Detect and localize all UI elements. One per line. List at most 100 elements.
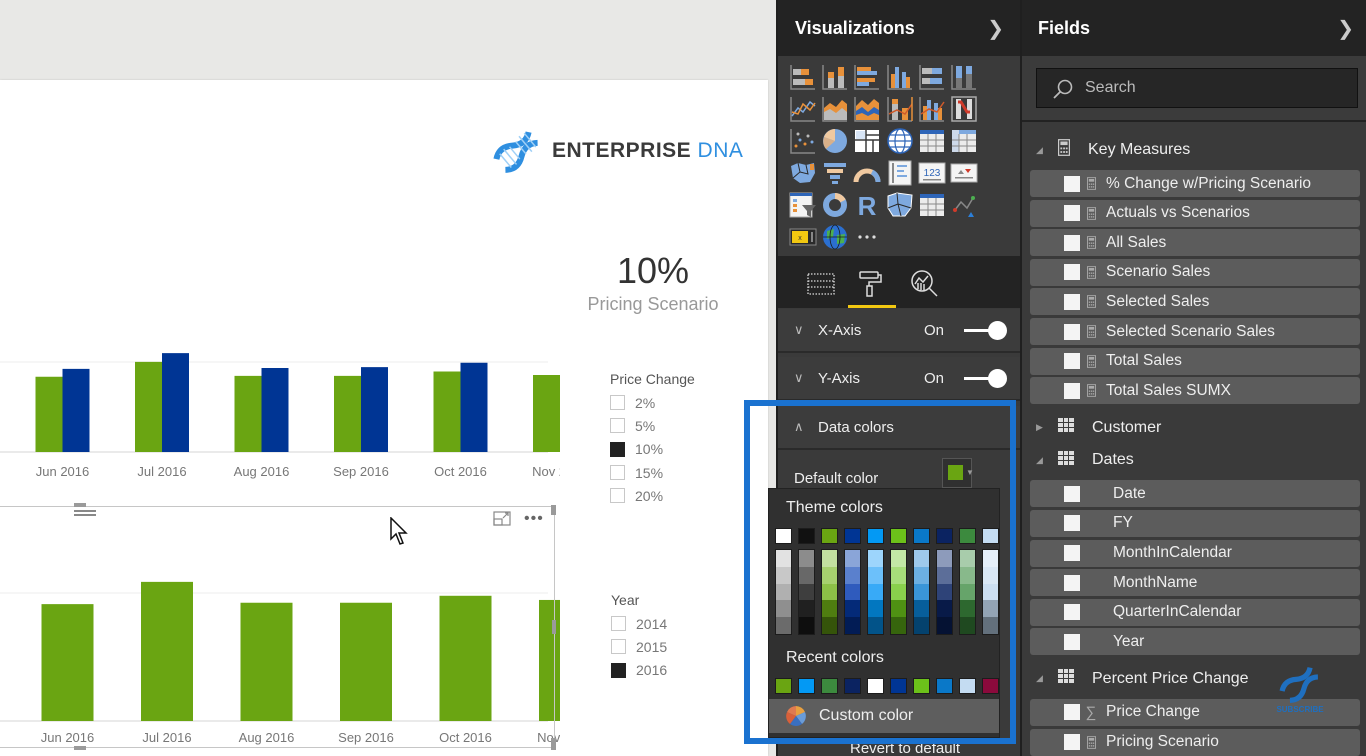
resize-handle-right[interactable] [552, 620, 556, 634]
shade-swatch[interactable] [799, 600, 814, 618]
field-item[interactable]: MonthName [1030, 569, 1360, 597]
shade-swatch[interactable] [799, 566, 814, 584]
clustered-column-chart-icon[interactable] [885, 62, 915, 92]
default-color-dropdown[interactable]: ▼ [942, 458, 974, 488]
shade-swatch[interactable] [960, 583, 975, 601]
slicer-option[interactable]: 2016 [611, 659, 667, 682]
shade-swatch[interactable] [983, 550, 998, 567]
shade-swatch[interactable] [937, 550, 952, 567]
line-chart-icon[interactable] [788, 94, 818, 124]
bar-scenario-sep-2016[interactable] [361, 367, 388, 452]
field-item[interactable]: All Sales [1030, 229, 1360, 257]
100-stacked-bar-chart-icon[interactable] [917, 62, 947, 92]
selected-visual-frame[interactable] [0, 506, 555, 748]
table-key-measures[interactable]: ◢ Key Measures [1022, 135, 1366, 165]
shade-swatch[interactable] [891, 583, 906, 601]
theme-color-swatch[interactable] [913, 528, 930, 544]
shade-swatch[interactable] [960, 600, 975, 618]
field-checkbox[interactable] [1064, 704, 1080, 721]
card-icon[interactable]: 123 [917, 158, 947, 188]
bar-actuals-nov-2016[interactable] [533, 375, 560, 452]
recent-color-swatch[interactable] [821, 678, 838, 694]
field-item[interactable]: FY [1030, 509, 1360, 537]
field-item[interactable]: Pricing Scenario [1030, 728, 1360, 756]
multi-row-card-icon[interactable] [885, 158, 915, 188]
recent-color-swatch[interactable] [798, 678, 815, 694]
field-checkbox[interactable] [1064, 604, 1080, 621]
shade-swatch[interactable] [914, 600, 929, 618]
shade-swatch[interactable] [891, 566, 906, 584]
scatter-chart-icon[interactable] [788, 126, 818, 156]
recent-color-swatch[interactable] [844, 678, 861, 694]
shade-swatch[interactable] [799, 550, 814, 567]
price-change-slicer[interactable]: Price Change 2% 5% 10% 15% 20% [610, 371, 695, 507]
bar-scenario-jun-2016[interactable] [62, 368, 90, 452]
shade-swatch[interactable] [822, 583, 837, 601]
field-item[interactable]: % Change w/Pricing Scenario [1030, 170, 1360, 197]
field-item[interactable]: Actuals vs Scenarios [1030, 199, 1360, 227]
r-script-visual-icon[interactable]: R [852, 190, 882, 220]
shade-swatch[interactable] [891, 617, 906, 634]
bar-actuals-jul-2016[interactable] [135, 361, 162, 452]
recent-color-swatch[interactable] [867, 678, 884, 694]
map-icon[interactable] [885, 126, 915, 156]
bar-scenario-aug-2016[interactable] [261, 368, 289, 452]
shade-swatch[interactable] [868, 550, 883, 567]
matrix-icon[interactable] [949, 126, 979, 156]
shade-swatch[interactable] [960, 566, 975, 584]
format-tab[interactable] [848, 264, 896, 308]
theme-color-swatch[interactable] [959, 528, 976, 544]
slicer-option[interactable]: 5% [610, 414, 695, 437]
shade-swatch[interactable] [776, 583, 791, 601]
shade-swatch[interactable] [776, 550, 791, 567]
shade-swatch[interactable] [799, 583, 814, 601]
table-customer[interactable]: ▶ Customer [1022, 413, 1366, 443]
shade-swatch[interactable] [937, 617, 952, 634]
filled-map-icon[interactable] [788, 158, 818, 188]
shade-swatch[interactable] [914, 566, 929, 584]
donut-chart-icon[interactable] [820, 190, 850, 220]
bar-actuals-oct-2016[interactable] [433, 371, 461, 453]
field-checkbox[interactable] [1064, 205, 1080, 222]
line-and-stacked-column-icon[interactable] [885, 94, 915, 124]
checkbox-unchecked[interactable] [611, 616, 626, 632]
shade-swatch[interactable] [845, 600, 860, 618]
y-axis-toggle[interactable] [964, 369, 1007, 388]
stacked-column-chart-icon[interactable] [820, 62, 850, 92]
shade-swatch[interactable] [937, 566, 952, 584]
field-item[interactable]: Selected Sales [1030, 288, 1360, 316]
shade-swatch[interactable] [845, 550, 860, 567]
shade-swatch[interactable] [983, 566, 998, 584]
resize-handle-corner-tr[interactable] [551, 505, 556, 515]
checkbox-unchecked[interactable] [610, 488, 625, 504]
field-checkbox[interactable] [1064, 545, 1080, 561]
revert-to-default-link[interactable]: Revert to default [850, 740, 960, 756]
shape-map-icon[interactable] [885, 190, 915, 220]
area-chart-icon[interactable] [820, 94, 850, 124]
theme-color-swatch[interactable] [867, 528, 884, 544]
shade-swatch[interactable] [822, 550, 837, 567]
collapse-chevron-icon[interactable]: ❯ [987, 16, 1004, 41]
theme-color-swatch[interactable] [982, 528, 999, 544]
100-stacked-column-chart-icon[interactable] [949, 62, 979, 92]
checkbox-unchecked[interactable] [610, 395, 625, 411]
fields-search-input[interactable] [1036, 68, 1358, 108]
expanded-triangle-icon[interactable]: ◢ [1036, 673, 1052, 684]
resize-handle-bottom[interactable] [74, 746, 86, 750]
theme-color-swatch[interactable] [936, 528, 953, 544]
clustered-bar-chart-icon[interactable] [852, 62, 882, 92]
more-options-icon[interactable]: ••• [524, 510, 544, 528]
checkbox-unchecked[interactable] [611, 639, 626, 655]
shade-swatch[interactable] [891, 550, 906, 567]
checkbox-unchecked[interactable] [610, 465, 625, 481]
field-checkbox[interactable] [1064, 353, 1080, 370]
line-and-clustered-column-icon[interactable] [917, 94, 947, 124]
ribbon-chart-icon[interactable] [949, 94, 979, 124]
shade-swatch[interactable] [799, 617, 814, 634]
y-axis-section[interactable]: ∨ Y-Axis On [778, 357, 1020, 401]
shade-swatch[interactable] [914, 617, 929, 634]
kpi-icon[interactable] [949, 158, 979, 188]
field-checkbox[interactable] [1064, 293, 1080, 310]
shade-swatch[interactable] [776, 566, 791, 584]
slicer-option[interactable]: 2% [610, 391, 695, 414]
